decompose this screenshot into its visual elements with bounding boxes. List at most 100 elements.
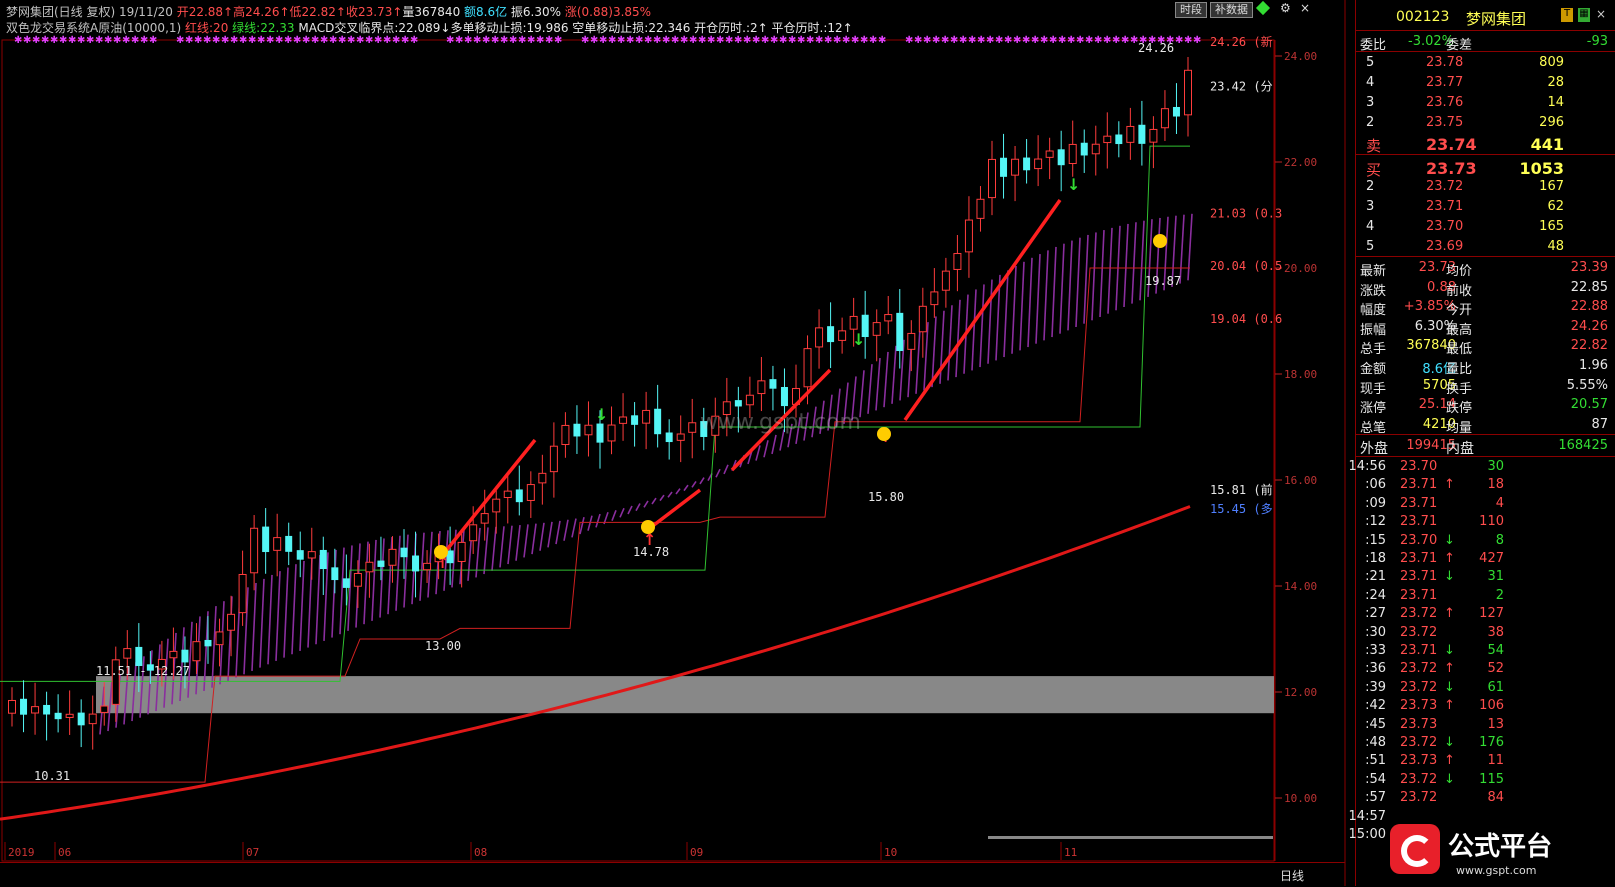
candle-body [388, 548, 397, 566]
tick-row: 14:56 23.70 30 [1349, 457, 1614, 477]
cloud-hatch [627, 505, 633, 515]
quote-field-8: 涨(0.88)3.85% [561, 5, 652, 19]
sell-arrow-icon: ↓ [595, 405, 608, 424]
cloud-hatch [403, 534, 409, 608]
close-icon[interactable]: × [1300, 1, 1310, 15]
t-icon[interactable]: T [1561, 8, 1573, 22]
bid-level: 4 [1366, 219, 1375, 234]
candle-body [469, 524, 478, 542]
price-annotation: 10.31 [34, 769, 70, 783]
candle-body [377, 560, 385, 567]
tick-volume: 106 [1479, 698, 1504, 714]
price-annotation: 15.80 [868, 490, 904, 504]
tick-time: 14:56 [1348, 459, 1386, 474]
candle-body [1034, 158, 1043, 170]
tick-time: :15 [1365, 532, 1386, 548]
time-axis-bar: 日线 [0, 862, 1345, 887]
candle-body [492, 498, 501, 513]
candle-body [803, 348, 812, 388]
tick-price: 23.72 [1400, 624, 1438, 640]
tick-time: :12 [1365, 514, 1386, 530]
stat-label: 金额 [1360, 362, 1387, 377]
cloud-hatch [523, 524, 529, 558]
stat-value: 23.39 [1570, 260, 1608, 275]
right-price-label: 15.45 (多 [1210, 502, 1273, 516]
tick-row: :51 23.73 ↑ 11 [1356, 751, 1614, 771]
tick-volume: 30 [1487, 459, 1504, 474]
scrollbar[interactable] [988, 836, 1273, 839]
bid-volume: 1053 [1519, 159, 1564, 178]
cloud-hatch [723, 464, 729, 475]
bid-volume: 165 [1539, 219, 1564, 234]
stat-label: 总手 [1360, 342, 1387, 358]
candle-body [549, 445, 558, 473]
time-tick-label: 09 [690, 846, 703, 859]
tick-volume: 13 [1487, 716, 1504, 732]
cloud-hatch [883, 351, 889, 408]
stat-label: 最高 [1446, 322, 1473, 338]
quote-summary-line: 梦网集团(日线 复权) 19/11/20 开22.88↑高24.26↑低22.8… [6, 3, 651, 20]
stat-row: 金额 8.6亿 量比 1.96 [1356, 356, 1614, 377]
price-annotation: 13.00 [425, 639, 461, 653]
diamond-icon[interactable] [1255, 0, 1271, 16]
price-annotation: 14.78 [633, 545, 669, 559]
candle-body [619, 416, 628, 424]
cloud-hatch [315, 555, 321, 645]
candle-body [734, 400, 742, 407]
tick-row: :27 23.72 ↑ 127 [1356, 604, 1614, 624]
price-tick-label: 22.00 [1284, 156, 1317, 169]
candle-body [1126, 125, 1135, 143]
tick-price: 23.72 [1400, 661, 1438, 677]
cloud-hatch [259, 578, 265, 668]
stat-row: 最新 23.73 均价 23.39 [1356, 258, 1614, 279]
gear-icon[interactable]: ⚙ [1280, 1, 1291, 15]
tick-time: :30 [1365, 624, 1386, 640]
stat-value: 24.26 [1570, 318, 1608, 334]
indicator-field-1: 红线:20 [181, 21, 229, 35]
stat-value: 20.57 [1570, 397, 1608, 413]
cloud-hatch [1075, 237, 1081, 328]
smiley-icon [434, 545, 448, 559]
tick-direction-icon: ↓ [1444, 643, 1455, 658]
bid-row: 3 23.71 62 [1356, 197, 1614, 217]
tick-price: 23.73 [1400, 698, 1438, 714]
tick-price: 23.72 [1400, 735, 1438, 750]
tick-time: :39 [1365, 679, 1386, 695]
candle-body [1160, 108, 1169, 129]
timeshare-button[interactable]: 时段 [1175, 2, 1207, 18]
close-icon[interactable]: × [1596, 7, 1606, 21]
right-price-label: 23.42 (分 [1210, 80, 1273, 94]
stat-label: 均价 [1446, 264, 1473, 279]
bid-price: 23.70 [1426, 219, 1464, 234]
tick-row: :30 23.72 38 [1356, 623, 1614, 643]
quote-field-2: 高24.26↑ [233, 5, 290, 19]
kline-chart[interactable]: 24.00 22.00 20.00 18.00 16.00 14.00 12.00 10.00… [0, 0, 1355, 886]
tick-direction-icon: ↓ [1444, 735, 1455, 750]
cloud-hatch [595, 513, 601, 528]
cloud-hatch [555, 520, 561, 545]
tick-volume: 110 [1479, 514, 1504, 530]
cloud-hatch [699, 477, 705, 485]
candle-body [1057, 149, 1065, 166]
candle-body [20, 698, 28, 715]
candle-body [918, 305, 927, 333]
cloud-hatch [571, 518, 577, 538]
plot-border [1, 39, 1275, 862]
ask-price: 23.76 [1426, 95, 1464, 110]
cloud-hatch [1099, 230, 1105, 318]
supplement-data-button[interactable]: 补数据 [1210, 2, 1253, 18]
tick-volume: 52 [1487, 661, 1504, 677]
stat-label: 幅度 [1360, 303, 1387, 319]
tick-volume: 84 [1487, 790, 1504, 806]
indicator-field-5: 空单移动止损:22.346 [568, 21, 691, 35]
bid-level: 3 [1366, 199, 1375, 214]
ask-row: 卖 23.74 441 [1356, 133, 1614, 155]
ask-level: 4 [1366, 75, 1375, 90]
candle-body [181, 649, 189, 663]
cloud-hatch [979, 284, 985, 368]
period-tab[interactable]: 日线 [1280, 867, 1304, 884]
price-annotation: 11.51 - 12.27 [96, 664, 190, 678]
calendar-icon[interactable]: ▦ [1578, 8, 1590, 22]
inner-value: 168425 [1558, 438, 1608, 453]
cloud-hatch [915, 327, 921, 394]
